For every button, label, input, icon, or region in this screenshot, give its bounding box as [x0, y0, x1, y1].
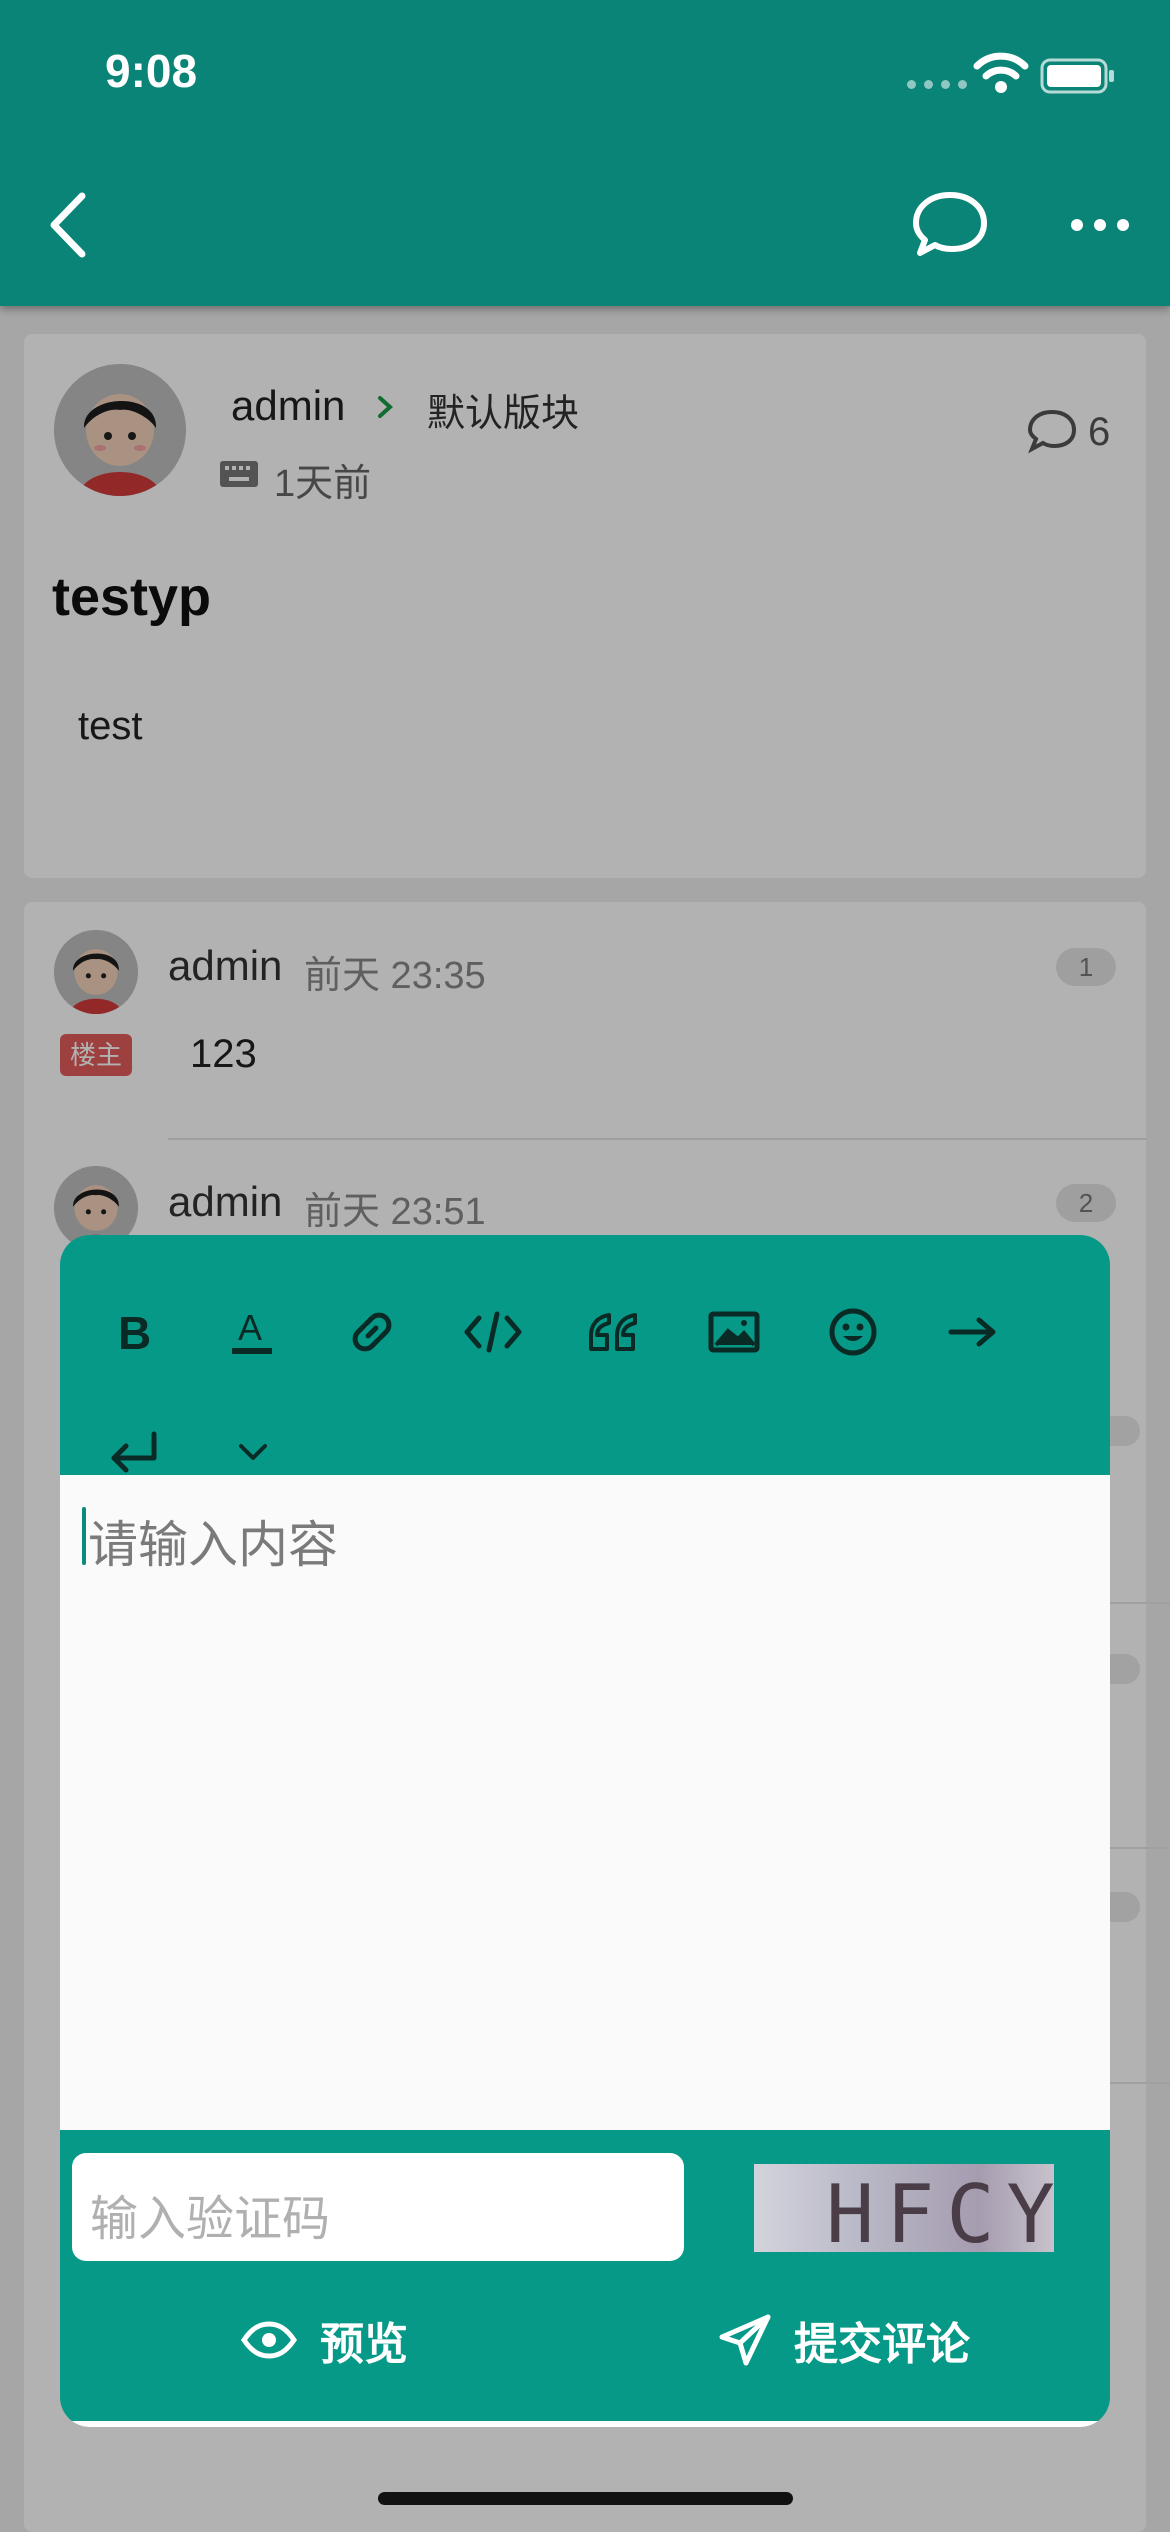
image-icon[interactable] — [689, 1287, 779, 1377]
captcha-image-text: HFCY — [826, 2168, 1054, 2252]
captcha-image[interactable]: HFCY — [754, 2164, 1054, 2252]
eye-icon — [240, 2321, 298, 2359]
cellular-signal-icon — [907, 80, 967, 89]
comment-editor: B A 请输入内容 输入验证码 HFCY 预览 提交评论 — [60, 1235, 1110, 2427]
textarea-placeholder: 请输入内容 — [88, 1517, 338, 1573]
submit-label: 提交评论 — [794, 2320, 970, 2369]
status-time: 9:08 — [105, 45, 198, 97]
svg-text:A: A — [238, 1307, 262, 1348]
home-indicator — [378, 2492, 793, 2505]
code-icon[interactable] — [448, 1287, 538, 1377]
wifi-icon — [973, 52, 1029, 93]
comment-textarea[interactable]: 请输入内容 — [60, 1475, 1110, 2130]
captcha-placeholder: 输入验证码 — [90, 2193, 331, 2246]
send-icon — [719, 2314, 771, 2366]
battery-icon — [1040, 58, 1114, 94]
indent-icon[interactable] — [928, 1287, 1018, 1377]
app-header: 9:08 — [0, 0, 1170, 306]
comment-bubble-icon[interactable] — [910, 185, 990, 265]
bold-icon[interactable]: B — [89, 1287, 179, 1377]
quote-icon[interactable] — [568, 1287, 658, 1377]
svg-text:B: B — [118, 1307, 151, 1357]
preview-label: 预览 — [320, 2320, 408, 2369]
submit-comment-button[interactable]: 提交评论 — [718, 2295, 970, 2385]
captcha-input[interactable]: 输入验证码 — [72, 2153, 684, 2261]
back-arrow-icon[interactable] — [40, 182, 112, 268]
preview-button[interactable]: 预览 — [240, 2295, 408, 2385]
text-color-icon[interactable]: A — [207, 1287, 297, 1377]
editor-bottom-edge — [60, 2421, 1110, 2427]
link-icon[interactable] — [327, 1287, 417, 1377]
text-cursor — [82, 1507, 86, 1565]
more-options-icon[interactable] — [1065, 200, 1135, 250]
emoji-icon[interactable] — [808, 1287, 898, 1377]
